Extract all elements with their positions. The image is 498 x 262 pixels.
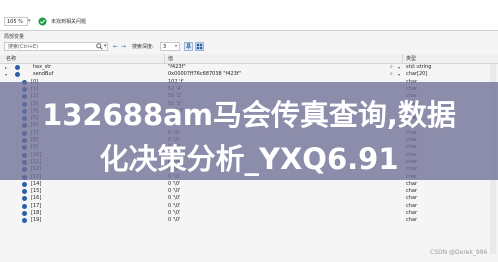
column-header-row: [0, 54, 498, 64]
expand-icon[interactable]: ▸: [5, 64, 7, 71]
visualizer-icon[interactable]: ⌕: [390, 64, 393, 71]
zoom-select[interactable]: 105 %: [4, 17, 28, 26]
column-divider[interactable]: [164, 54, 165, 63]
panel-title: 局部变量: [4, 34, 25, 40]
row-type: char: [406, 195, 418, 202]
column-header-value[interactable]: 值: [168, 55, 173, 62]
search-icon[interactable]: [96, 43, 103, 50]
row-name: hex_str: [33, 64, 52, 70]
grid-icon: [196, 43, 203, 50]
search-depth-label: 搜索深度:: [132, 44, 154, 50]
row-value[interactable]: 0 '\0': [168, 181, 180, 188]
variable-icon: [22, 218, 27, 224]
status-strip: [0, 0, 498, 31]
row-value[interactable]: 0x00007ff76c687038 "f423f": [168, 71, 241, 78]
variable-icon: [22, 211, 27, 216]
row-value[interactable]: 0 '\0': [168, 188, 180, 195]
variable-icon: [22, 196, 27, 202]
column-divider[interactable]: [402, 54, 403, 63]
row-name: sendBuf: [33, 71, 54, 78]
row-type: char: [406, 188, 418, 195]
row-name: [15]: [31, 188, 42, 195]
table-row[interactable]: [19] 0 '\0' char: [0, 217, 498, 224]
pin-icon: [185, 43, 192, 50]
row-type: char: [406, 217, 418, 224]
variable-icon: [22, 189, 27, 195]
variable-icon: [15, 65, 20, 70]
issues-status-text: 未找到相关问题: [51, 19, 87, 25]
search-next-button[interactable]: →: [121, 43, 126, 50]
row-type: std::string: [406, 64, 432, 70]
watermark-text: CSDN @Derek_996: [430, 249, 488, 256]
banner-headline-line1: 132688am马会传真查询,数据: [42, 98, 456, 132]
variable-icon: [22, 181, 27, 187]
visualizer-icon[interactable]: ⌕: [390, 71, 393, 78]
row-value[interactable]: 0 '\0': [168, 203, 180, 210]
pin-button[interactable]: [184, 42, 193, 51]
row-type: char: [406, 180, 418, 187]
search-previous-button[interactable]: ←: [113, 43, 118, 50]
table-row[interactable]: [15] 0 '\0' char: [0, 188, 498, 195]
table-row[interactable]: [17] 0 '\0' char: [0, 203, 498, 210]
table-row[interactable]: ▸ hex_str "f423f" ⌕ ▾ std::string: [0, 64, 498, 71]
chevron-down-icon[interactable]: ▾: [398, 64, 400, 71]
collapse-icon[interactable]: ▾: [5, 71, 7, 78]
search-input[interactable]: 搜索(Ctrl+E): [4, 42, 108, 51]
row-name: [14]: [31, 180, 42, 187]
variable-icon: [15, 72, 20, 78]
table-row[interactable]: [14] 0 '\0' char: [0, 181, 498, 188]
row-type: char: [406, 202, 418, 209]
banner-headline-line2: 化决策分析_YXQ6.91: [99, 142, 399, 176]
column-header-name[interactable]: 名称: [6, 55, 16, 62]
row-type: char: [406, 210, 418, 216]
table-row[interactable]: ▾ sendBuf 0x00007ff76c687038 "f423f" ⌕ ▾ char…: [0, 71, 498, 78]
row-value[interactable]: 0 '\0': [168, 195, 180, 202]
row-value[interactable]: 0 '\0': [168, 217, 180, 224]
view-options-button[interactable]: [195, 42, 204, 51]
variable-icon: [22, 203, 27, 209]
row-name: [19]: [31, 217, 42, 224]
check-circle-icon: [38, 17, 47, 26]
row-name: [17]: [31, 202, 42, 209]
table-row[interactable]: [18] 0 '\0' char: [0, 210, 498, 217]
table-row[interactable]: [16] 0 '\0' char: [0, 195, 498, 202]
row-type: char[20]: [406, 71, 428, 78]
chevron-down-icon[interactable]: ▾: [398, 71, 400, 78]
row-value[interactable]: "f423f": [168, 64, 186, 71]
chevron-down-icon[interactable]: ▾: [175, 43, 177, 48]
chevron-down-icon[interactable]: ▾: [104, 43, 107, 49]
column-header-type[interactable]: 类型: [406, 55, 416, 62]
row-name: [18]: [31, 210, 42, 216]
chevron-down-icon[interactable]: ▾: [28, 18, 31, 24]
row-value[interactable]: 0 '\0': [168, 210, 180, 217]
row-name: [16]: [31, 195, 42, 202]
